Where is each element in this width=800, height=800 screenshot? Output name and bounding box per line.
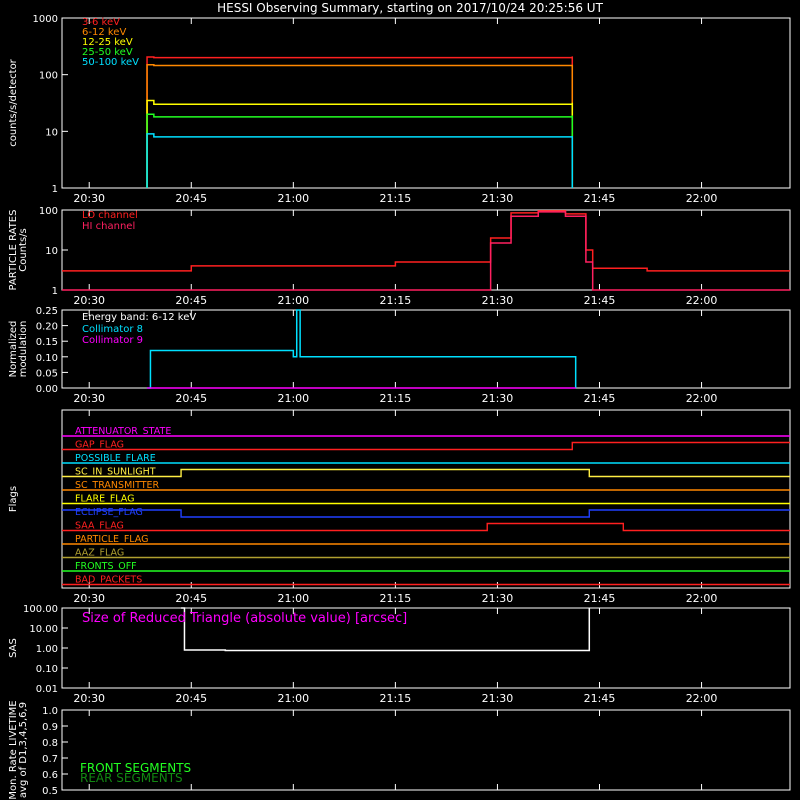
panel-flags-x-tick-label: 20:45	[175, 592, 207, 605]
panel-livetime-y-tick-label: 0.6	[42, 770, 58, 781]
panel-modulation-y-tick-label: 0.05	[36, 368, 58, 379]
panel-flags-x-tick-label: 22:00	[686, 592, 718, 605]
panel-particle-rates-x-tick-label: 21:30	[482, 294, 514, 307]
panel-modulation-series-0	[147, 309, 577, 389]
panel-modulation-y-tick-label: 0.25	[36, 306, 58, 317]
panel-livetime-y-tick-label: 0.7	[42, 754, 58, 765]
panel-modulation-x-tick-label: 21:00	[277, 392, 309, 405]
panel-modulation-x-tick-label: 21:15	[380, 392, 412, 405]
panel-modulation-y-tick-label: 0.15	[36, 337, 58, 348]
panel-sas-y-label: SAS	[8, 638, 19, 658]
panel-flags-x-tick-label: 21:45	[584, 592, 616, 605]
panel-count-rates-series-4	[146, 133, 574, 188]
panel-count-rates-x-tick-label: 22:00	[686, 192, 718, 205]
panel-flags-y-label: Flags	[8, 486, 19, 512]
panel-modulation-x-tick-label: 20:45	[175, 392, 207, 405]
panel-modulation-legend-0: Collimator 8	[82, 324, 143, 335]
panel-flags-x-tick-label: 21:00	[277, 592, 309, 605]
panel-count-rates-frame	[61, 17, 791, 189]
panel-particle-rates-x-tick-label: 20:30	[73, 294, 105, 307]
panel-count-rates-series-2	[146, 99, 574, 188]
panel-sas-y-tick-label: 10.00	[29, 624, 58, 635]
panel-modulation-y-tick-label: 0.10	[36, 353, 58, 364]
panel-count-rates-x-tick-label: 21:30	[482, 192, 514, 205]
panel-modulation-annotation: Energy band: 6-12 keV	[82, 312, 196, 323]
panel-count-rates-x-tick-label: 21:15	[380, 192, 412, 205]
panel-modulation-y-tick-label: 0.00	[36, 384, 58, 395]
panel-particle-rates-frame	[61, 209, 791, 291]
panel-count-rates-series-3	[146, 113, 574, 188]
panel-livetime-y-tick-label: 1.0	[42, 706, 58, 717]
panel-particle-rates-legend-1: HI channel	[82, 221, 135, 232]
panel-particle-rates-legend-0: LO channel	[82, 210, 138, 221]
panel-sas-y-tick-label: 100.00	[23, 604, 58, 615]
panel-modulation-x-tick-label: 21:45	[584, 392, 616, 405]
panel-sas-x-tick-label: 20:45	[175, 692, 207, 705]
panel-livetime-y-tick-label: 0.8	[42, 738, 58, 749]
panel-sas-x-tick-label: 21:30	[482, 692, 514, 705]
panel-livetime-y-label: avg of D1,3,4,5,6,9	[18, 702, 29, 798]
panel-particle-rates-x-tick-label: 21:00	[277, 294, 309, 307]
panel-count-rates-series-1	[146, 63, 574, 188]
panel-modulation-x-tick-label: 21:30	[482, 392, 514, 405]
panel-particle-rates-x-tick-label: 21:15	[380, 294, 412, 307]
panel-modulation-y-tick-label: 0.20	[36, 322, 58, 333]
panel-sas-x-tick-label: 21:00	[277, 692, 309, 705]
panel-count-rates-x-tick-label: 20:45	[175, 192, 207, 205]
panel-particle-rates-x-tick-label: 22:00	[686, 294, 718, 307]
panel-particle-rates-series-0	[62, 210, 790, 272]
panel-sas-y-tick-label: 0.01	[36, 684, 58, 695]
panel-count-rates-y-tick-label: 100	[39, 71, 58, 82]
chart-panels: 20:30 20:45 21:00 21:15 21:30 21:45 22:0011010…	[8, 14, 791, 800]
panel-count-rates-y-tick-label: 1	[52, 184, 58, 195]
panel-flags-x-tick-label: 21:30	[482, 592, 514, 605]
panel-particle-rates-series-1	[62, 211, 790, 291]
panel-modulation-legend-1: Collimator 9	[82, 335, 143, 346]
panel-flags-x-tick-label: 21:15	[380, 592, 412, 605]
panel-count-rates-legend-4: 50-100 keV	[82, 57, 139, 68]
panel-particle-rates-y-label: Counts/s	[18, 228, 29, 272]
panel-count-rates-y-label: counts/s/detector	[8, 58, 19, 146]
panel-livetime-y-tick-label: 0.9	[42, 722, 58, 733]
flag-label-6: ECLIPSE_FLAG	[75, 507, 143, 518]
flag-line-7	[62, 522, 790, 532]
chart-title: HESSI Observing Summary, starting on 201…	[217, 1, 603, 15]
panel-modulation-x-tick-label: 22:00	[686, 392, 718, 405]
panel-livetime-legend-1: REAR SEGMENTS	[80, 771, 183, 785]
panel-particle-rates-y-tick-label: 10	[45, 246, 58, 257]
panel-modulation-x-tick-label: 20:30	[73, 392, 105, 405]
panel-particle-rates-x-tick-label: 20:45	[175, 294, 207, 307]
panel-livetime-y-tick-label: 0.5	[42, 786, 58, 797]
panel-count-rates-series-0	[146, 56, 574, 188]
flag-line-6	[62, 509, 790, 518]
panel-count-rates-x-tick-label: 20:30	[73, 192, 105, 205]
panel-count-rates-y-tick-label: 1000	[33, 14, 58, 25]
panel-particle-rates-y-tick-label: 100	[39, 206, 58, 217]
panel-sas-y-tick-label: 1.00	[36, 644, 58, 655]
panel-sas-x-tick-label: 21:15	[380, 692, 412, 705]
flag-line-3	[62, 468, 790, 478]
panel-sas-x-tick-label: 20:30	[73, 692, 105, 705]
panel-particle-rates-y-tick-label: 1	[52, 286, 58, 297]
panel-count-rates-y-tick-label: 10	[45, 127, 58, 138]
panel-sas-x-tick-label: 21:45	[584, 692, 616, 705]
flag-line-1	[62, 441, 790, 451]
panel-count-rates-x-tick-label: 21:00	[277, 192, 309, 205]
panel-particle-rates-x-tick-label: 21:45	[584, 294, 616, 307]
panel-sas-x-tick-label: 22:00	[686, 692, 718, 705]
panel-modulation-y-label: modulation	[18, 321, 29, 378]
panel-sas-annotation: Size of Reduced Triangle (absolute value…	[82, 611, 407, 626]
panel-count-rates-x-tick-label: 21:45	[584, 192, 616, 205]
panel-flags-x-tick-label: 20:30	[73, 592, 105, 605]
panel-sas-y-tick-label: 0.10	[36, 664, 58, 675]
observing-summary-chart: HESSI Observing Summary, starting on 201…	[8, 1, 791, 800]
